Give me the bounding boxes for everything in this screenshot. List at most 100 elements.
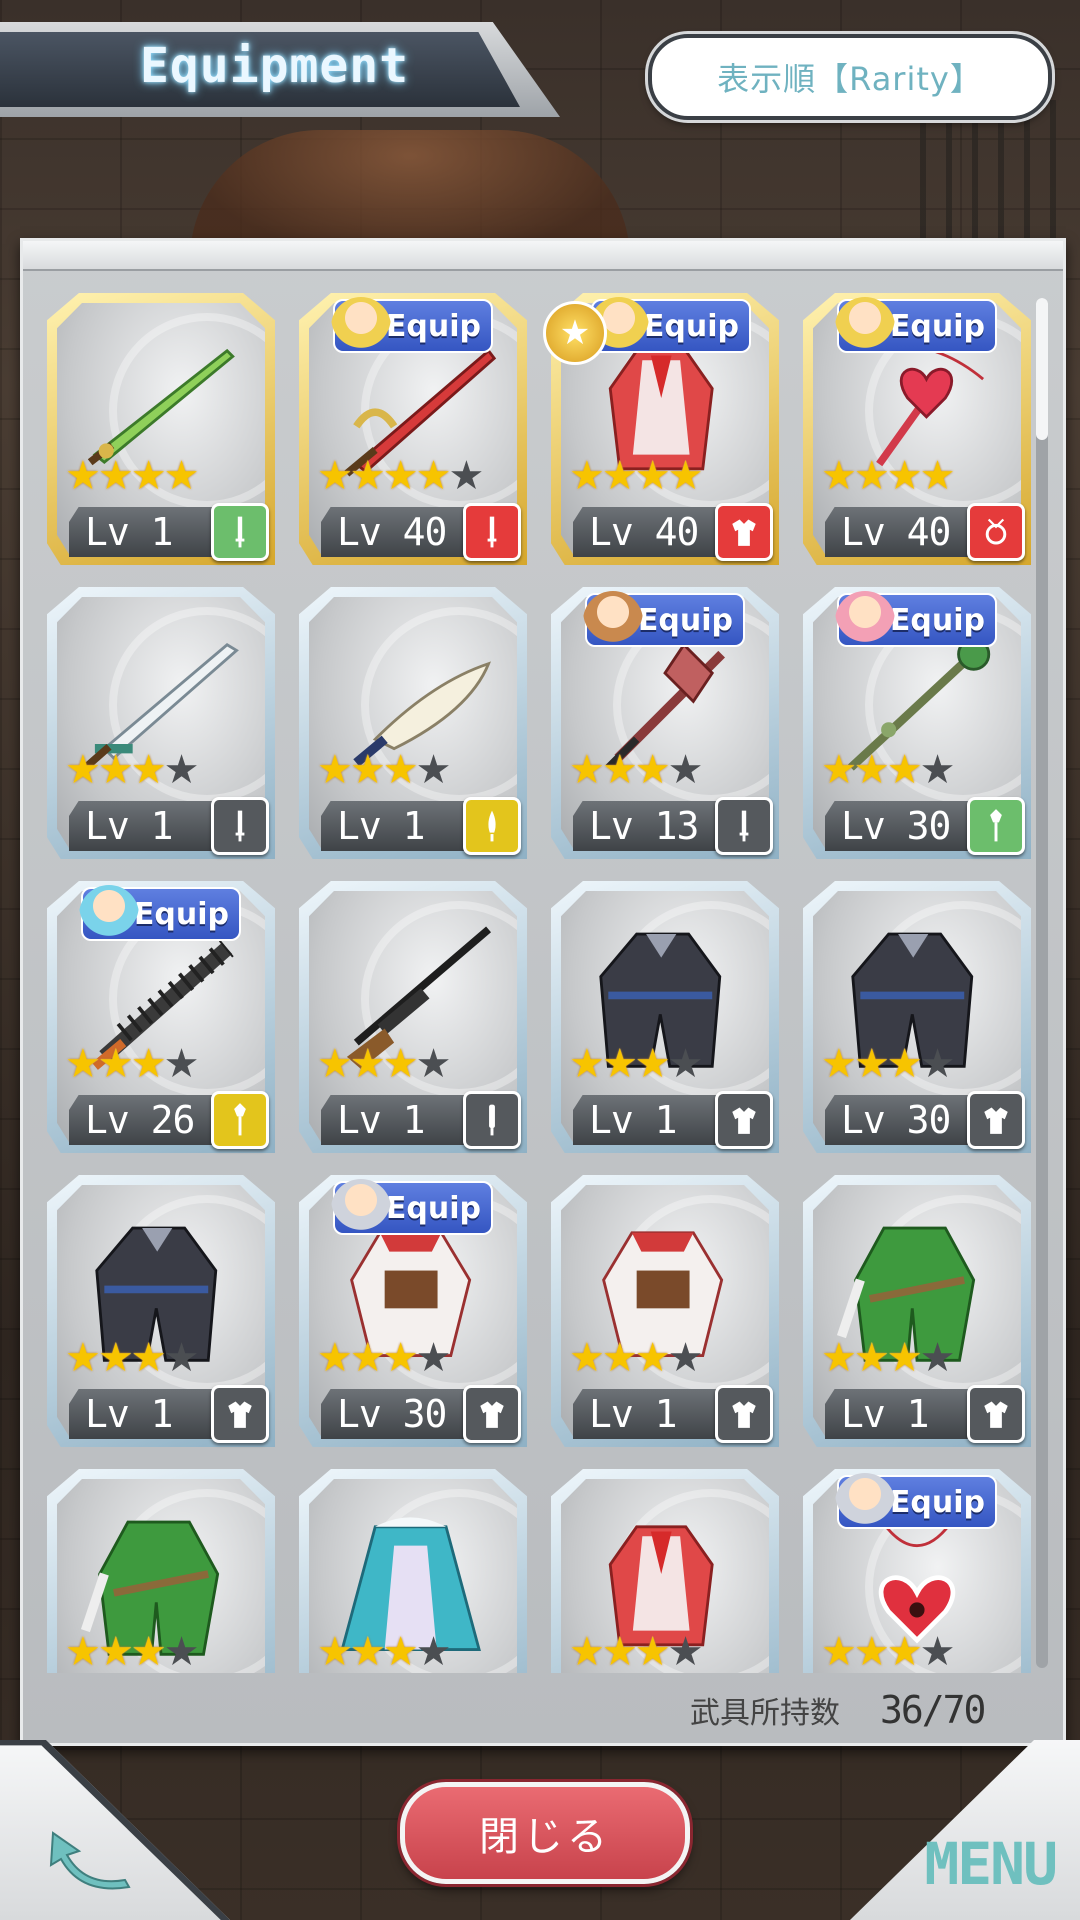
equipped-tag: Equip <box>583 591 745 651</box>
armor-icon <box>228 1401 252 1428</box>
equipment-grid[interactable]: ★★★★ Lv 1 Equip ★★★★★ Lv 40 Equip ★ ★★★★ Lv 40 Eq… <box>47 293 1047 1673</box>
equipment-card[interactable]: ★★★★ Lv 1 <box>299 587 527 859</box>
level-label: Lv 30 <box>825 801 985 851</box>
level-label: Lv 1 <box>573 1095 733 1145</box>
rarity-star-filled-icon: ★ <box>65 1335 101 1381</box>
rarity-star-empty-icon: ★ <box>415 1629 452 1673</box>
equipment-card[interactable]: ★★★★ <box>299 1469 527 1673</box>
equipment-card[interactable]: ★★★★ <box>551 1469 779 1673</box>
armor-type-badge <box>715 503 773 561</box>
scroll-thumb[interactable] <box>1036 298 1048 440</box>
rarity-stars: ★★★★ <box>821 453 955 499</box>
equipment-card[interactable]: ★★★★ Lv 1 <box>551 881 779 1153</box>
equipment-card[interactable]: ★★★★ Lv 1 <box>47 293 275 565</box>
rarity-star-empty-icon: ★ <box>667 1041 704 1087</box>
owned-count-bar: 武具所持数 36/70 <box>690 1680 1050 1740</box>
mace-icon <box>234 1103 246 1136</box>
equipment-card[interactable]: ★★★★ Lv 30 <box>803 881 1031 1153</box>
rarity-star-empty-icon: ★ <box>163 1041 200 1087</box>
rarity-star-filled-icon: ★ <box>130 453 167 499</box>
equipment-card[interactable]: Equip ★★★★ Lv 30 <box>803 587 1031 859</box>
rarity-stars: ★★★★ <box>821 1629 955 1673</box>
equipment-card[interactable]: Equip ★★★★ Lv 26 <box>47 881 275 1153</box>
armor-icon <box>480 1401 504 1428</box>
equipment-card[interactable]: Equip ★★★★ Lv 30 <box>299 1175 527 1447</box>
rarity-star-filled-icon: ★ <box>886 453 923 499</box>
rarity-star-filled-icon: ★ <box>634 1629 671 1673</box>
back-button[interactable] <box>40 1820 140 1900</box>
sort-order-button[interactable]: 表示順【Rarity】 <box>648 34 1052 120</box>
armor-icon <box>984 1401 1008 1428</box>
menu-button[interactable]: MENU <box>924 1830 1058 1898</box>
rarity-star-filled-icon: ★ <box>821 1335 857 1381</box>
rarity-stars: ★★★★ <box>317 1335 452 1381</box>
accessory-icon <box>985 518 1007 545</box>
rarity-star-empty-icon: ★ <box>415 1041 452 1087</box>
level-label: Lv 40 <box>573 507 733 557</box>
sword-type-badge <box>211 797 269 855</box>
rarity-star-empty-icon: ★ <box>163 1629 200 1673</box>
rarity-star-filled-icon: ★ <box>97 747 134 793</box>
equipment-card[interactable]: ★★★★ <box>47 1469 275 1673</box>
armor-type-badge <box>715 1385 773 1443</box>
favorite-star-icon[interactable]: ★ <box>543 301 607 365</box>
equipment-card[interactable]: ★★★★ Lv 1 <box>299 881 527 1153</box>
mace-type-badge <box>211 1091 269 1149</box>
rarity-star-filled-icon: ★ <box>821 1629 857 1673</box>
rarity-star-filled-icon: ★ <box>853 1041 890 1087</box>
equipment-card[interactable]: Equip ★★★★ Lv 13 <box>551 587 779 859</box>
rarity-star-empty-icon: ★ <box>667 747 704 793</box>
rarity-star-filled-icon: ★ <box>65 1629 101 1673</box>
equipment-card[interactable]: Equip★★★★★Lv 40 <box>543 293 779 565</box>
rarity-star-filled-icon: ★ <box>382 747 419 793</box>
armor-type-badge <box>967 1091 1025 1149</box>
rarity-star-filled-icon: ★ <box>382 1041 419 1087</box>
sword-icon <box>487 516 497 548</box>
equipped-tag: Equip <box>331 297 493 357</box>
rarity-star-filled-icon: ★ <box>853 747 890 793</box>
rarity-star-filled-icon: ★ <box>382 1335 419 1381</box>
rarity-star-filled-icon: ★ <box>349 1335 386 1381</box>
rarity-star-empty-icon: ★ <box>448 453 484 499</box>
rarity-star-filled-icon: ★ <box>634 1335 671 1381</box>
equipped-tag: Equip <box>835 1473 997 1533</box>
rarity-star-empty-icon: ★ <box>415 1335 452 1381</box>
rarity-stars: ★★★★ <box>569 453 703 499</box>
scrollbar[interactable] <box>1036 298 1048 1668</box>
rarity-star-filled-icon: ★ <box>130 1041 167 1087</box>
level-label: Lv 1 <box>825 1389 985 1439</box>
sword-type-badge <box>211 503 269 561</box>
rarity-star-filled-icon: ★ <box>569 1335 605 1381</box>
armor-type-badge <box>211 1385 269 1443</box>
rarity-star-filled-icon: ★ <box>349 747 386 793</box>
level-label: Lv 1 <box>321 801 481 851</box>
rarity-star-filled-icon: ★ <box>349 1629 386 1673</box>
armor-type-badge <box>715 1091 773 1149</box>
equipment-card[interactable]: Equip ★★★★ Lv 40 <box>803 293 1031 565</box>
equip-label: Equip <box>637 602 733 638</box>
rarity-star-filled-icon: ★ <box>65 747 101 793</box>
panel-top-bar <box>23 241 1063 271</box>
equipment-card[interactable]: ★★★★ Lv 1 <box>551 1175 779 1447</box>
equipment-card[interactable]: ★★★★ Lv 1 <box>803 1175 1031 1447</box>
rarity-star-filled-icon: ★ <box>634 1041 671 1087</box>
rarity-star-filled-icon: ★ <box>569 453 605 499</box>
background-weapon-rack <box>920 100 1060 240</box>
equipment-card[interactable]: Equip ★★★★ <box>803 1469 1031 1673</box>
close-button[interactable]: 閉じる <box>400 1782 690 1884</box>
level-label: Lv 30 <box>321 1389 481 1439</box>
equipment-card[interactable]: ★★★★ Lv 1 <box>47 1175 275 1447</box>
armor-icon <box>732 1107 756 1134</box>
equipment-card[interactable]: Equip★★★★★Lv 40 <box>299 293 527 565</box>
sword-type-badge <box>463 503 521 561</box>
sword-type-badge <box>715 797 773 855</box>
level-label: Lv 1 <box>69 1389 229 1439</box>
back-arrow-icon <box>49 1831 131 1890</box>
rarity-star-empty-icon: ★ <box>415 747 452 793</box>
equipment-card[interactable]: ★★★★ Lv 1 <box>47 587 275 859</box>
equip-label: Equip <box>889 308 985 344</box>
rarity-star-filled-icon: ★ <box>317 1629 353 1673</box>
rarity-star-filled-icon: ★ <box>130 1629 167 1673</box>
rarity-star-filled-icon: ★ <box>569 1629 605 1673</box>
rarity-star-filled-icon: ★ <box>65 453 101 499</box>
